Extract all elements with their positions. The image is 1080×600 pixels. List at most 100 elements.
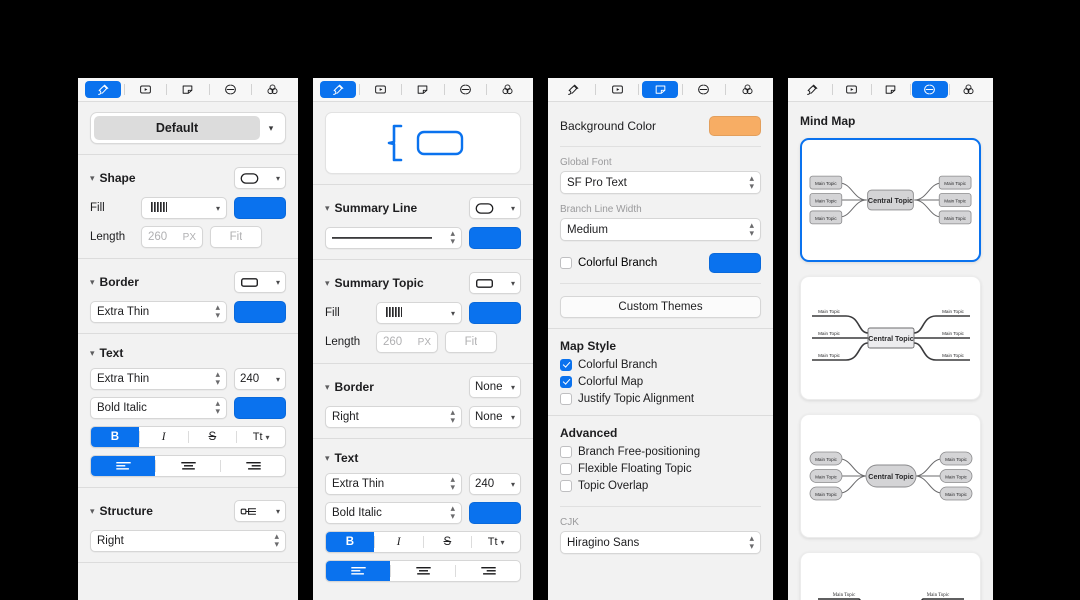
summary-border-corner-dropdown[interactable]: None ▾ xyxy=(469,376,521,398)
stepper-icon[interactable]: ▴ ▾ xyxy=(215,399,220,416)
advanced-item[interactable]: Flexible Floating Topic xyxy=(560,463,761,475)
brush-icon[interactable] xyxy=(85,81,122,98)
chevron-down-icon[interactable]: ▾ xyxy=(276,278,280,287)
advanced-item[interactable]: Topic Overlap xyxy=(560,480,761,492)
font-family-dropdown[interactable]: Extra Thin ▴ ▾ xyxy=(90,368,227,390)
note-icon[interactable] xyxy=(873,81,909,98)
mindmap-icon[interactable] xyxy=(447,81,483,98)
chevron-down-icon[interactable]: ▾ xyxy=(216,204,220,213)
stepper-icon[interactable]: ▴ ▾ xyxy=(450,229,455,246)
mind-map-pill-thumbnail[interactable]: Central Topic Main Topic Main Topic Main… xyxy=(800,414,981,538)
summary-topic-section-header[interactable]: ▾ Summary Topic ▾ xyxy=(325,272,521,294)
italic-button[interactable]: I xyxy=(375,532,423,552)
colorful-branch-color-swatch[interactable] xyxy=(709,253,761,273)
mind-map-rounded-thumbnail[interactable]: Central Topic Main Topic Main Topic Main… xyxy=(800,138,981,262)
summary-font-size-dropdown[interactable]: 240 ▾ xyxy=(469,473,521,495)
summary-text-color-swatch[interactable] xyxy=(469,502,521,524)
align-left-button[interactable] xyxy=(326,561,390,581)
chevron-down-icon[interactable]: ▾ xyxy=(266,433,270,442)
stepper-icon[interactable]: ▴ ▾ xyxy=(450,408,455,425)
chevron-down-icon[interactable]: ▾ xyxy=(90,348,95,358)
branch-free-positioning-checkbox[interactable] xyxy=(560,446,572,458)
brush-icon[interactable] xyxy=(320,81,357,98)
bold-button[interactable]: B xyxy=(326,532,374,552)
structure-direction-dropdown[interactable]: Right ▴ ▾ xyxy=(90,530,286,552)
chevron-down-icon[interactable]: ▾ xyxy=(276,375,280,384)
border-color-swatch[interactable] xyxy=(234,301,286,323)
color-circles-icon[interactable] xyxy=(255,81,291,98)
media-icon[interactable] xyxy=(834,81,870,98)
length-input[interactable]: 260 PX xyxy=(141,226,203,248)
summary-border-width-dropdown[interactable]: None ▾ xyxy=(469,406,521,428)
branch-line-width-dropdown[interactable]: Medium ▴ ▾ xyxy=(560,218,761,241)
strikethrough-button[interactable]: S xyxy=(189,427,237,447)
align-center-button[interactable] xyxy=(156,456,220,476)
italic-button[interactable]: I xyxy=(140,427,188,447)
stepper-icon[interactable]: ▴ ▾ xyxy=(749,173,754,190)
stepper-icon[interactable]: ▴ ▾ xyxy=(749,220,754,237)
chevron-down-icon[interactable]: ▾ xyxy=(511,279,515,288)
border-section-header[interactable]: ▾ Border ▾ xyxy=(90,271,286,293)
fill-color-swatch[interactable] xyxy=(234,197,286,219)
mind-map-underline-thumbnail[interactable]: Main Topic Main Topic Main Topic Main Topi… xyxy=(800,276,981,400)
text-case-button[interactable]: Tt ▾ xyxy=(472,532,520,552)
custom-themes-button[interactable]: Custom Themes xyxy=(560,296,761,318)
stepper-icon[interactable]: ▴ ▾ xyxy=(749,533,754,550)
summary-line-color-swatch[interactable] xyxy=(469,227,521,249)
summary-text-section-header[interactable]: ▾ Text xyxy=(325,451,521,465)
colorful-branch-checkbox[interactable] xyxy=(560,257,572,269)
chevron-down-icon[interactable]: ▾ xyxy=(276,507,280,516)
cjk-font-dropdown[interactable]: Hiragino Sans ▴ ▾ xyxy=(560,531,761,554)
media-icon[interactable] xyxy=(363,81,399,98)
fit-button[interactable]: Fit xyxy=(210,226,262,248)
structure-type-dropdown[interactable]: ▾ xyxy=(234,500,286,522)
preset-selector[interactable]: Default ▾ xyxy=(90,112,286,144)
strikethrough-button[interactable]: S xyxy=(424,532,472,552)
map-style-item[interactable]: Colorful Map xyxy=(560,376,761,388)
chevron-down-icon[interactable]: ▾ xyxy=(511,383,515,392)
flexible-floating-topic-checkbox[interactable] xyxy=(560,463,572,475)
summary-line-style-dropdown[interactable]: ▴ ▾ xyxy=(325,227,462,249)
color-circles-icon[interactable] xyxy=(951,81,987,98)
chevron-down-icon[interactable]: ▾ xyxy=(325,203,330,213)
stepper-icon[interactable]: ▴ ▾ xyxy=(215,303,220,320)
border-weight-dropdown[interactable]: Extra Thin ▴ ▾ xyxy=(90,301,227,323)
summary-topic-shape-dropdown[interactable]: ▾ xyxy=(469,272,521,294)
summary-topic-fill-color-swatch[interactable] xyxy=(469,302,521,324)
chevron-down-icon[interactable]: ▾ xyxy=(90,277,95,287)
chevron-down-icon[interactable]: ▾ xyxy=(260,123,282,134)
bold-button[interactable]: B xyxy=(91,427,139,447)
mindmap-icon[interactable] xyxy=(212,81,248,98)
chevron-down-icon[interactable]: ▾ xyxy=(511,413,515,422)
font-style-dropdown[interactable]: Bold Italic ▴ ▾ xyxy=(90,397,227,419)
align-right-button[interactable] xyxy=(221,456,285,476)
note-icon[interactable] xyxy=(405,81,441,98)
chevron-down-icon[interactable]: ▾ xyxy=(511,480,515,489)
summary-font-family-dropdown[interactable]: Extra Thin ▴ ▾ xyxy=(325,473,462,495)
advanced-item[interactable]: Branch Free-positioning xyxy=(560,446,761,458)
chevron-down-icon[interactable]: ▾ xyxy=(325,453,330,463)
note-icon[interactable] xyxy=(170,81,206,98)
summary-topic-fit-button[interactable]: Fit xyxy=(445,331,497,353)
map-style-item[interactable]: Justify Topic Alignment xyxy=(560,393,761,405)
font-size-dropdown[interactable]: 240 ▾ xyxy=(234,368,286,390)
border-shape-dropdown[interactable]: ▾ xyxy=(234,271,286,293)
chevron-down-icon[interactable]: ▾ xyxy=(325,278,330,288)
topic-overlap-checkbox[interactable] xyxy=(560,480,572,492)
summary-topic-fill-dropdown[interactable]: ▾ xyxy=(376,302,462,324)
stepper-icon[interactable]: ▴ ▾ xyxy=(450,504,455,521)
justify-topic-alignment-checkbox[interactable] xyxy=(560,393,572,405)
summary-border-section-header[interactable]: ▾ Border None ▾ xyxy=(325,376,521,398)
shape-style-dropdown[interactable]: ▾ xyxy=(234,167,286,189)
summary-line-shape-dropdown[interactable]: ▾ xyxy=(469,197,521,219)
mind-map-serif-thumbnail[interactable]: Main Topic Main Topic Main Topic Main To… xyxy=(800,552,981,600)
chevron-down-icon[interactable]: ▾ xyxy=(511,204,515,213)
chevron-down-icon[interactable]: ▾ xyxy=(451,309,455,318)
brush-icon[interactable] xyxy=(556,81,592,98)
note-icon[interactable] xyxy=(642,81,679,98)
global-font-dropdown[interactable]: SF Pro Text ▴ ▾ xyxy=(560,171,761,194)
summary-font-style-dropdown[interactable]: Bold Italic ▴ ▾ xyxy=(325,502,462,524)
brush-icon[interactable] xyxy=(795,81,831,98)
shape-section-header[interactable]: ▾ Shape ▾ xyxy=(90,167,286,189)
chevron-down-icon[interactable]: ▾ xyxy=(325,382,330,392)
